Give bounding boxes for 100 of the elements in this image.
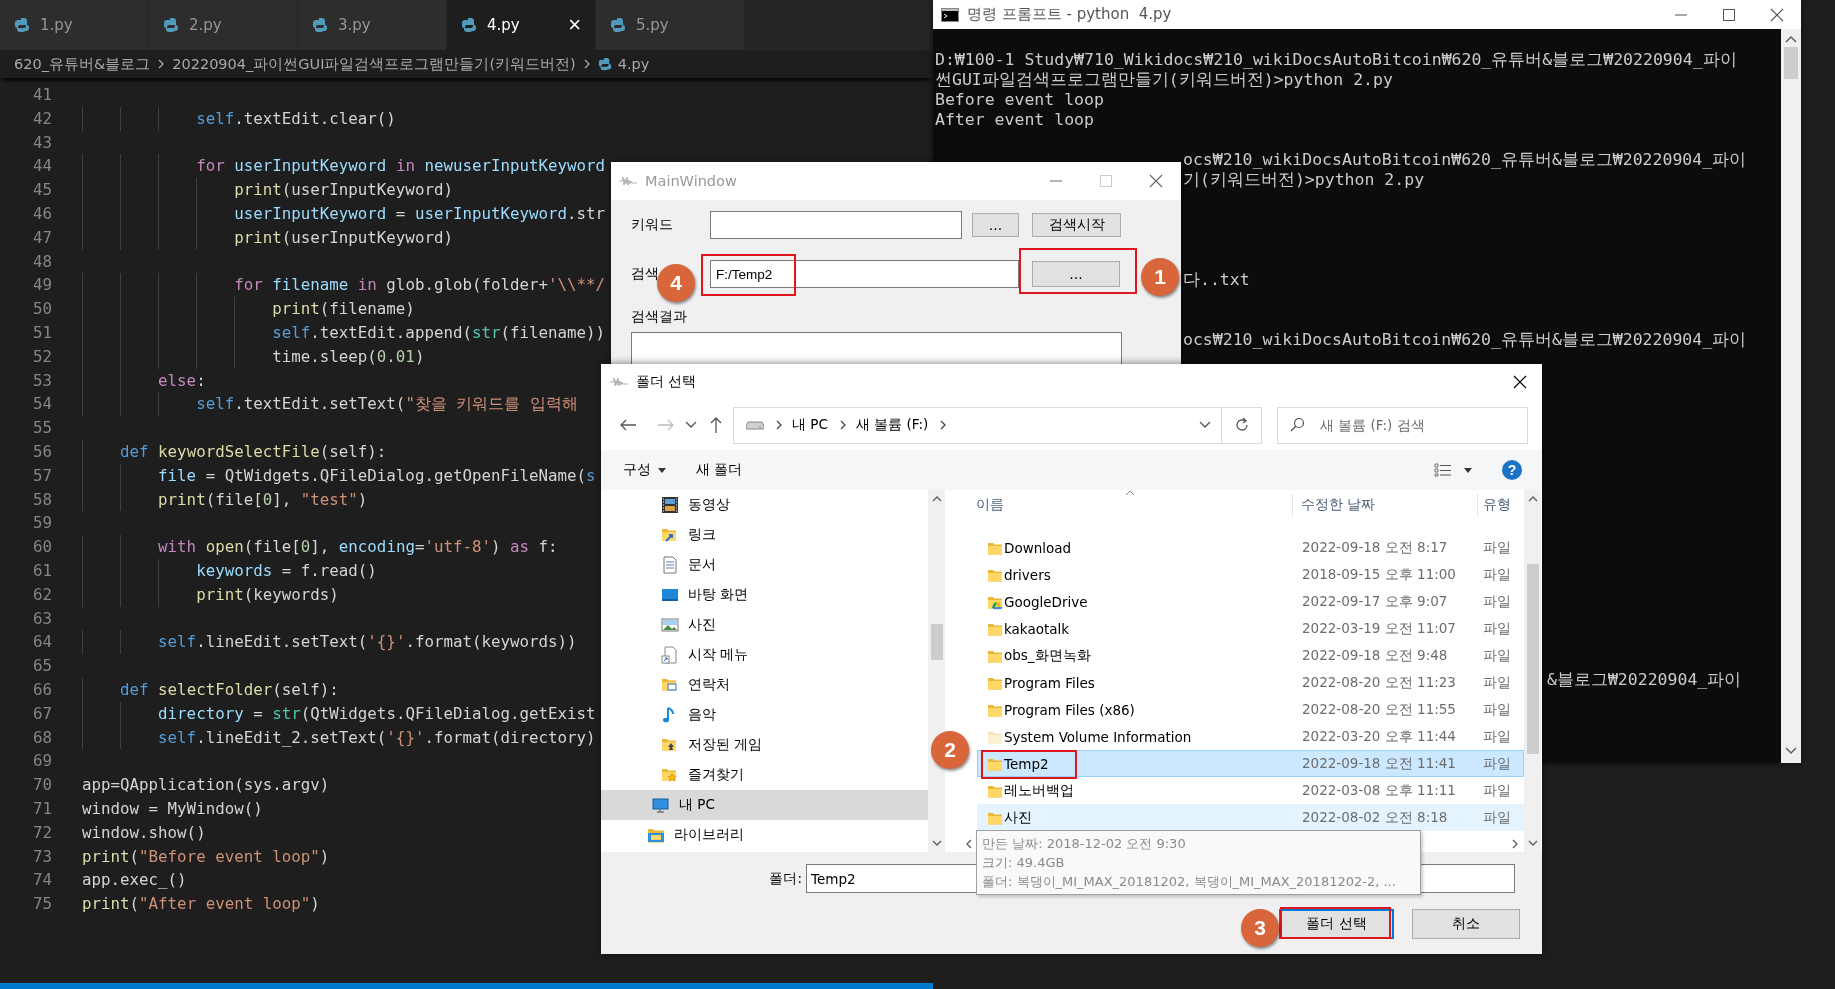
- new-folder-button[interactable]: 새 폴더: [696, 461, 743, 479]
- view-options-icon[interactable]: [1434, 463, 1452, 477]
- nav-item[interactable]: 내 PC: [601, 790, 928, 820]
- folder-path-field[interactable]: F:/Temp2: [710, 260, 1019, 288]
- breadcrumb-item[interactable]: 4.py: [617, 56, 650, 72]
- nav-item[interactable]: 링크: [601, 520, 928, 550]
- desktop-icon: [661, 586, 679, 604]
- search-button[interactable]: 검색시작: [1032, 213, 1121, 237]
- line-number: 62: [31, 583, 52, 606]
- scrollbar[interactable]: [1524, 490, 1541, 852]
- search-icon: [1289, 416, 1305, 433]
- column-header[interactable]: 유형: [1483, 496, 1511, 514]
- line-number: 71: [31, 797, 52, 820]
- line-number: 57: [31, 464, 52, 487]
- code-line: def selectFolder(self):: [82, 677, 339, 702]
- maximize-icon[interactable]: [1722, 7, 1736, 22]
- scroll-left-icon[interactable]: [966, 838, 972, 849]
- file-row[interactable]: Program Files (x86) 2022-08-20 오전 11:55 파일: [977, 696, 1524, 723]
- editor-tab[interactable]: 1.py: [0, 0, 149, 50]
- dropdown-icon[interactable]: [1199, 421, 1211, 429]
- line-number: 41: [31, 84, 52, 106]
- file-row[interactable]: drivers 2018-09-15 오후 11:00 파일: [977, 561, 1524, 588]
- file-row[interactable]: GoogleDrive 2022-09-17 오후 9:07 파일: [977, 588, 1524, 615]
- editor-tab[interactable]: 4.py ×: [447, 0, 596, 50]
- help-button[interactable]: ?: [1502, 460, 1522, 480]
- line-number: 70: [31, 774, 52, 797]
- dropdown-icon[interactable]: [685, 421, 697, 429]
- link-folder-icon: [661, 526, 679, 544]
- breadcrumb-item[interactable]: 20220904_파이썬GUI파일검색프로그램만들기(키워드버전): [172, 54, 576, 74]
- organize-menu[interactable]: 구성: [623, 461, 666, 479]
- select-folder-button[interactable]: 폴더 선택: [1279, 909, 1394, 939]
- scroll-up-icon[interactable]: [1785, 35, 1797, 43]
- nav-item[interactable]: 즐겨찾기: [601, 760, 928, 790]
- document-icon: [661, 556, 679, 574]
- nav-item[interactable]: 저장된 게임: [601, 730, 928, 760]
- computer-icon: [652, 796, 670, 814]
- address-crumb[interactable]: 내 PC: [792, 416, 828, 434]
- up-arrow-icon[interactable]: [709, 416, 723, 434]
- refresh-button[interactable]: [1222, 406, 1262, 444]
- nav-item[interactable]: 문서: [601, 550, 928, 580]
- editor-tab[interactable]: 3.py: [298, 0, 447, 50]
- file-row[interactable]: 사진 2022-08-02 오전 8:18 파일: [977, 804, 1524, 831]
- nav-item[interactable]: 사진: [601, 610, 928, 640]
- file-row[interactable]: 레노버백업 2022-03-08 오후 11:11 파일: [977, 777, 1524, 804]
- scrollbar-thumb[interactable]: [930, 624, 943, 660]
- line-number: 51: [31, 321, 52, 344]
- back-arrow-icon[interactable]: [619, 418, 637, 432]
- column-header[interactable]: 이름: [976, 496, 1004, 514]
- line-number: 43: [31, 131, 52, 154]
- file-row[interactable]: kakaotalk 2022-03-19 오전 11:07 파일: [977, 615, 1524, 642]
- code-line: print(keywords): [82, 582, 339, 607]
- python-file-icon: [163, 17, 179, 33]
- line-number: 47: [31, 226, 52, 249]
- editor-tab[interactable]: 5.py: [596, 0, 745, 50]
- scroll-up-icon[interactable]: [931, 496, 942, 502]
- caret-icon[interactable]: [1464, 467, 1472, 473]
- scroll-down-icon[interactable]: [1785, 747, 1797, 755]
- address-crumb[interactable]: 새 볼륨 (F:): [855, 416, 929, 434]
- column-header[interactable]: 수정한 날짜: [1301, 496, 1376, 514]
- search-field[interactable]: 새 볼륨 (F:) 검색: [1277, 406, 1528, 444]
- file-row[interactable]: Program Files 2022-08-20 오전 11:23 파일: [977, 669, 1524, 696]
- close-icon[interactable]: [1770, 7, 1784, 22]
- code-line: print("Before event loop"): [82, 845, 330, 868]
- line-number: 59: [31, 512, 52, 535]
- address-bar[interactable]: 내 PC 새 볼륨 (F:): [733, 406, 1222, 444]
- close-tab-button[interactable]: ×: [568, 14, 581, 36]
- keyword-field[interactable]: [710, 211, 962, 239]
- scroll-right-icon[interactable]: [1512, 838, 1518, 849]
- file-row[interactable]: Download 2022-09-18 오전 8:17 파일: [977, 534, 1524, 561]
- file-row[interactable]: System Volume Information 2022-03-20 오후 11:44 파일: [977, 723, 1524, 750]
- file-row[interactable]: Temp2 2022-09-18 오전 11:41 파일: [977, 750, 1524, 777]
- file-row[interactable]: obs_화면녹화 2022-09-18 오전 9:48 파일: [977, 642, 1524, 669]
- scrollbar[interactable]: [1781, 29, 1801, 763]
- nav-item[interactable]: 연락처: [601, 670, 928, 700]
- field-label: 검색결과: [631, 308, 688, 326]
- breadcrumb-item[interactable]: 620_유튜버&블로그: [14, 54, 151, 74]
- browse-button[interactable]: ...: [1032, 261, 1120, 287]
- line-number: 54: [31, 393, 52, 416]
- code-line: print(userInputKeyword): [82, 225, 453, 250]
- editor-tab[interactable]: 2.py: [149, 0, 298, 50]
- scroll-down-icon[interactable]: [1527, 840, 1538, 846]
- scroll-up-icon[interactable]: [1527, 496, 1538, 502]
- python-file-icon: [461, 17, 477, 33]
- nav-item[interactable]: 시작 메뉴: [601, 640, 928, 670]
- scroll-down-icon[interactable]: [931, 840, 942, 846]
- line-number: 44: [31, 155, 52, 178]
- line-number: 53: [31, 369, 52, 392]
- nav-item[interactable]: 라이브러리: [601, 820, 928, 850]
- scrollbar-thumb[interactable]: [1784, 47, 1798, 79]
- browse-button[interactable]: ...: [972, 213, 1019, 237]
- nav-item[interactable]: 음악: [601, 700, 928, 730]
- cancel-button[interactable]: 취소: [1412, 909, 1520, 939]
- line-number: 45: [31, 179, 52, 202]
- close-icon[interactable]: [1512, 374, 1528, 390]
- code-line: else:: [82, 368, 206, 393]
- nav-item[interactable]: 바탕 화면: [601, 580, 928, 610]
- code-line: self.lineEdit_2.setText('{}'.format(directory): [82, 725, 596, 750]
- scrollbar[interactable]: [928, 490, 945, 852]
- nav-item[interactable]: 동영상: [601, 490, 928, 520]
- scrollbar-thumb[interactable]: [1526, 564, 1539, 754]
